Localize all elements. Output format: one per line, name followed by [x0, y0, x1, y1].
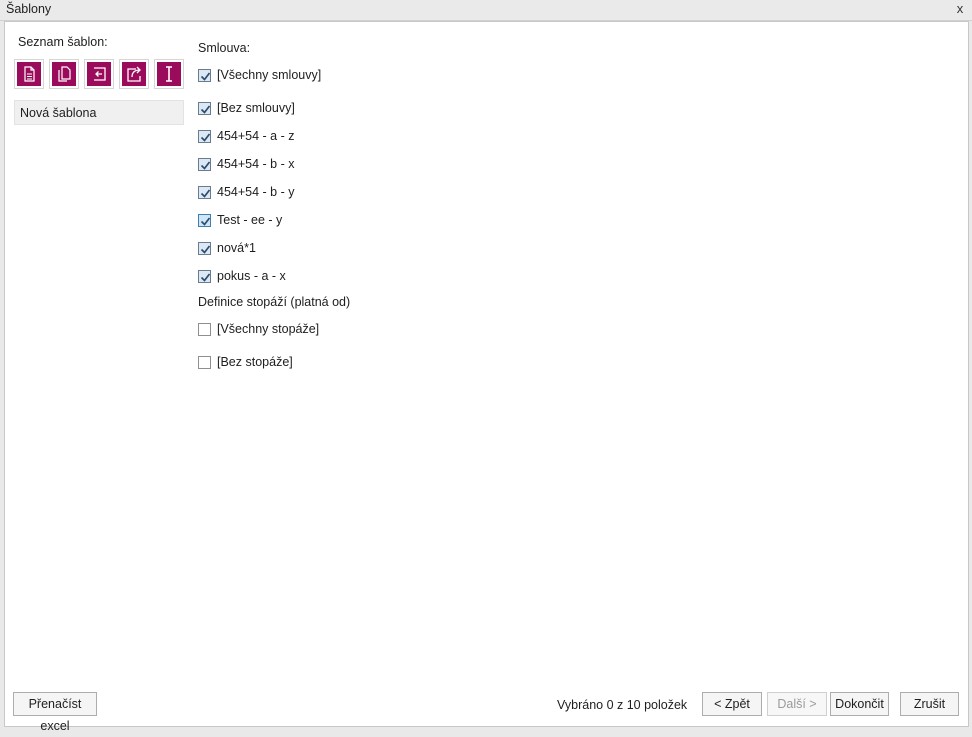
- template-list-item[interactable]: Nová šablona: [14, 100, 184, 125]
- stopaz-section-label: Definice stopáží (platná od): [198, 295, 351, 309]
- reload-excel-button[interactable]: Přenačíst excel: [13, 692, 97, 733]
- export-icon: [122, 62, 146, 86]
- contract-checkbox[interactable]: 454+54 - b - y: [198, 184, 294, 200]
- checkbox[interactable]: [198, 157, 211, 171]
- checkbox-label: 454+54 - a - z: [217, 129, 295, 143]
- checkbox[interactable]: [198, 322, 211, 336]
- checkbox-label: 454+54 - b - y: [217, 185, 295, 199]
- export-template-button[interactable]: [119, 59, 149, 89]
- dialog-body: Seznam šablon: Nová šablona Smlouva: [Vš…: [4, 21, 969, 733]
- stopaz-checkbox-all[interactable]: [Všechny stopáže]: [198, 321, 319, 337]
- stopaz-checkbox-none[interactable]: [Bez stopáže]: [198, 354, 293, 370]
- checkbox-label: [Všechny smlouvy]: [217, 68, 322, 82]
- checkbox-label: [Bez stopáže]: [217, 355, 293, 369]
- rename-icon: [157, 62, 181, 86]
- checkbox[interactable]: [198, 68, 211, 82]
- contract-checkbox[interactable]: nová*1: [198, 240, 256, 256]
- template-list-label: Seznam šablon:: [18, 35, 108, 49]
- back-button[interactable]: < Zpět: [702, 692, 762, 716]
- contract-checkbox[interactable]: 454+54 - b - x: [198, 156, 294, 172]
- checkbox[interactable]: [198, 213, 211, 227]
- import-icon: [87, 62, 111, 86]
- finish-button[interactable]: Dokončit: [830, 692, 889, 716]
- close-icon[interactable]: x: [952, 0, 968, 18]
- copy-template-button[interactable]: [49, 59, 79, 89]
- contract-checkbox[interactable]: Test - ee - y: [198, 212, 282, 228]
- checkbox[interactable]: [198, 185, 211, 199]
- contract-checkbox[interactable]: 454+54 - a - z: [198, 128, 294, 144]
- template-item-label: Nová šablona: [20, 106, 97, 120]
- checkbox-label: Test - ee - y: [217, 213, 283, 227]
- contract-checkbox-all[interactable]: [Všechny smlouvy]: [198, 67, 321, 83]
- contract-checkbox-none[interactable]: [Bez smlouvy]: [198, 100, 295, 116]
- next-button[interactable]: Další >: [767, 692, 827, 716]
- checkbox[interactable]: [198, 241, 211, 255]
- checkbox-label: [Bez smlouvy]: [217, 101, 295, 115]
- checkbox[interactable]: [198, 355, 211, 369]
- checkbox[interactable]: [198, 129, 211, 143]
- import-template-button[interactable]: [84, 59, 114, 89]
- copy-document-icon: [52, 62, 76, 86]
- window-title: Šablony: [6, 2, 52, 16]
- checkbox[interactable]: [198, 269, 211, 283]
- checkbox-label: nová*1: [217, 241, 256, 255]
- contract-section-label: Smlouva:: [198, 41, 251, 55]
- checkbox-label: [Všechny stopáže]: [217, 322, 320, 336]
- new-template-button[interactable]: [14, 59, 44, 89]
- title-bar: Šablony x: [0, 0, 972, 21]
- checkbox-label: 454+54 - b - x: [217, 157, 295, 171]
- checkbox-label: pokus - a - x: [217, 269, 286, 283]
- contract-checkbox[interactable]: pokus - a - x: [198, 268, 286, 284]
- checkbox[interactable]: [198, 101, 211, 115]
- rename-template-button[interactable]: [154, 59, 184, 89]
- cancel-button[interactable]: Zrušit: [900, 692, 959, 716]
- new-document-icon: [17, 62, 41, 86]
- selection-status: Vybráno 0 z 10 položek: [557, 698, 688, 712]
